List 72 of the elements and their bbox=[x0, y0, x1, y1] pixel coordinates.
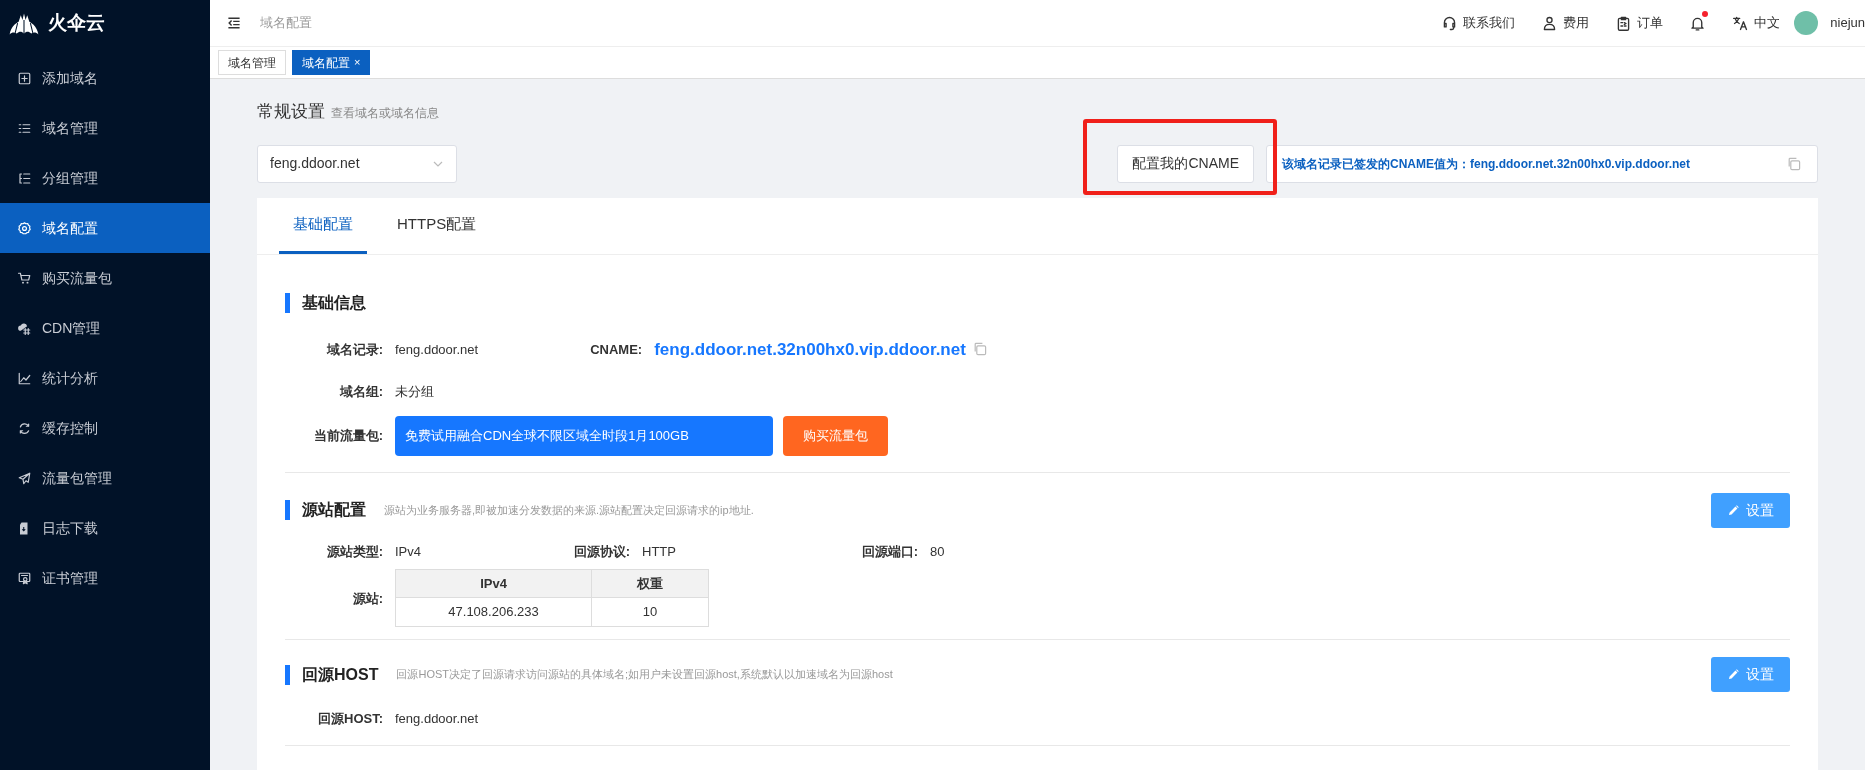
sidebar-item[interactable]: 域名管理 bbox=[0, 103, 210, 153]
sidebar-item[interactable]: 购买流量包 bbox=[0, 253, 210, 303]
page-subtitle: 查看域名或域名信息 bbox=[331, 105, 439, 122]
menu-collapse-icon[interactable] bbox=[226, 15, 242, 31]
section-marker bbox=[285, 292, 290, 313]
field-value: 未分组 bbox=[395, 383, 434, 401]
field-value: HTTP bbox=[642, 542, 676, 561]
sidebar-item[interactable]: 缓存控制 bbox=[0, 403, 210, 453]
field-label: 源站类型: bbox=[325, 542, 383, 561]
avatar[interactable] bbox=[1794, 11, 1819, 35]
certificate-icon bbox=[17, 570, 32, 586]
sidebar-item[interactable]: 统计分析 bbox=[0, 353, 210, 403]
field-value: IPv4 bbox=[395, 542, 421, 561]
traffic-package-field: 免费试用融合CDN全球不限区域全时段1月100GB bbox=[395, 415, 773, 456]
table-cell: 10 bbox=[591, 597, 709, 627]
sidebar-item[interactable]: CDN管理 bbox=[0, 303, 210, 353]
breadcrumb: 域名配置 bbox=[260, 14, 312, 33]
field-label: 回源HOST: bbox=[317, 710, 383, 728]
cname-value: feng.ddoor.net.32n00hx0.vip.ddoor.net bbox=[654, 338, 966, 361]
section-title: 回源HOST bbox=[302, 664, 379, 685]
column-header: 权重 bbox=[591, 569, 709, 598]
field-label: 域名记录: bbox=[325, 340, 383, 359]
sidebar-item[interactable]: 分组管理 bbox=[0, 153, 210, 203]
field-value: feng.ddoor.net bbox=[395, 340, 479, 359]
field-label: CNAME: bbox=[589, 340, 643, 359]
field-label: 回源端口: bbox=[860, 542, 918, 561]
pencil-icon bbox=[1727, 668, 1740, 681]
brand-name: 火伞云 bbox=[48, 11, 105, 36]
field-label: 域名组: bbox=[338, 383, 383, 401]
field-label: 源站: bbox=[351, 590, 383, 608]
field-label: 当前流量包: bbox=[312, 426, 383, 445]
section-marker bbox=[285, 500, 290, 520]
table-cell: 47.108.206.233 bbox=[395, 597, 592, 627]
sidebar-item[interactable]: 证书管理 bbox=[0, 553, 210, 603]
sidebar-item[interactable]: 域名配置 bbox=[0, 203, 210, 253]
paper-plane-icon bbox=[17, 470, 32, 486]
toolbar-button[interactable]: 订单 bbox=[1615, 13, 1664, 33]
sidebar-item[interactable]: 流量包管理 bbox=[0, 453, 210, 503]
configure-cname-button[interactable]: 配置我的CNAME bbox=[1117, 144, 1254, 183]
toolbar-button[interactable]: 费用 bbox=[1541, 13, 1590, 33]
settings-icon bbox=[17, 220, 32, 236]
sidebar-item[interactable]: 日志下载 bbox=[0, 503, 210, 553]
pencil-icon bbox=[1727, 503, 1740, 517]
page-title: 常规设置 bbox=[257, 101, 325, 123]
section-description: 源站为业务服务器,即被加速分发数据的来源.源站配置决定回源请求的ip地址. bbox=[384, 502, 754, 518]
config-tab[interactable]: HTTPS配置 bbox=[383, 197, 491, 254]
copy-icon[interactable] bbox=[1786, 155, 1802, 172]
column-header: IPv4 bbox=[395, 569, 592, 598]
field-value: feng.ddoor.net bbox=[395, 710, 479, 728]
field-label: 回源协议: bbox=[572, 542, 630, 561]
config-tab[interactable]: 基础配置 bbox=[279, 197, 367, 254]
section-description: 回源HOST决定了回源请求访问源站的具体域名;如用户未设置回源host,系统默认以加速域名为回源host bbox=[396, 667, 893, 683]
list-icon bbox=[17, 170, 32, 186]
cname-notice: 该域名记录已签发的CNAME值为：feng.ddoor.net.32n00hx0.vip.ddoor.net bbox=[1282, 155, 1691, 173]
toolbar-button[interactable] bbox=[1689, 14, 1707, 32]
section-title: 基础信息 bbox=[302, 292, 366, 313]
field-value: 80 bbox=[929, 542, 945, 561]
toolbar-button[interactable]: 联系我们 bbox=[1441, 13, 1516, 33]
section-title: 源站配置 bbox=[302, 500, 366, 520]
user-name[interactable]: niejun bbox=[1830, 13, 1865, 33]
line-chart-icon bbox=[17, 370, 32, 386]
section-marker bbox=[285, 664, 290, 685]
page-tab[interactable]: 域名管理 bbox=[218, 50, 286, 75]
page-tab[interactable]: 域名配置 × bbox=[292, 50, 371, 75]
refresh-icon bbox=[17, 420, 32, 436]
translate-icon bbox=[1732, 14, 1750, 32]
domain-select[interactable]: feng.ddoor.net bbox=[257, 144, 457, 183]
close-icon[interactable]: × bbox=[354, 54, 361, 71]
square-plus-icon bbox=[17, 70, 32, 86]
toolbar-button[interactable]: 中文 bbox=[1732, 13, 1781, 33]
sidebar-item[interactable]: 添加域名 bbox=[0, 53, 210, 103]
cart-icon bbox=[17, 270, 32, 286]
